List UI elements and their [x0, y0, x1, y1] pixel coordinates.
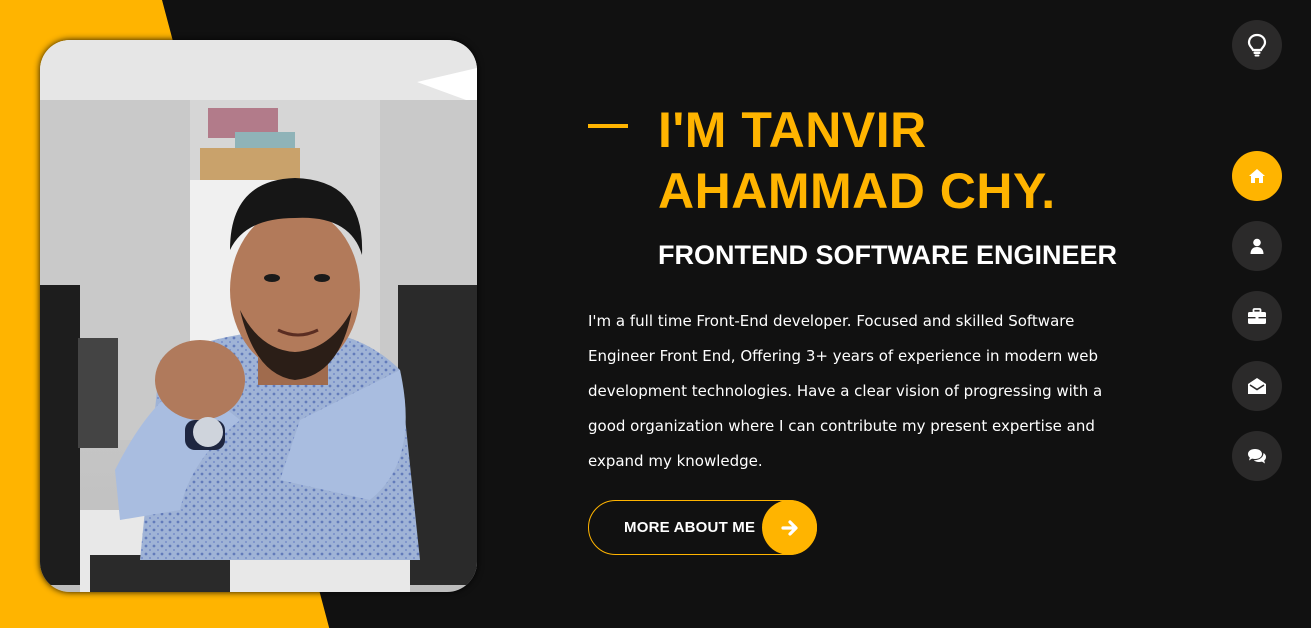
profile-photo-illustration: [40, 40, 477, 592]
nav-about-button[interactable]: [1232, 221, 1282, 271]
hero-bio: I'm a full time Front-End developer. Foc…: [588, 312, 1103, 470]
home-icon: [1249, 169, 1265, 183]
lightbulb-icon: [1247, 33, 1267, 57]
nav-home-button[interactable]: [1232, 151, 1282, 201]
hero-title-block: I'M TANVIR AHAMMAD CHY. FRONTEND SOFTWAR…: [588, 100, 1148, 271]
nav-portfolio-button[interactable]: [1232, 291, 1282, 341]
profile-photo: [40, 40, 477, 592]
hero-title: I'M TANVIR AHAMMAD CHY.: [658, 100, 1148, 222]
nav-blog-button[interactable]: [1232, 431, 1282, 481]
hero-title-line2: AHAMMAD CHY.: [658, 163, 1056, 219]
more-about-me-button[interactable]: MORE ABOUT ME: [588, 500, 817, 555]
envelope-open-icon: [1248, 378, 1266, 394]
comments-icon: [1248, 448, 1266, 463]
hero-title-line1: I'M TANVIR: [658, 102, 927, 158]
hero-content: I'M TANVIR AHAMMAD CHY. FRONTEND SOFTWAR…: [588, 100, 1148, 555]
theme-toggle-button[interactable]: [1232, 20, 1282, 70]
user-icon: [1250, 238, 1264, 254]
title-accent-dash: [588, 124, 628, 128]
more-about-me-label: MORE ABOUT ME: [624, 519, 756, 536]
briefcase-icon: [1248, 307, 1266, 324]
nav-contact-button[interactable]: [1232, 361, 1282, 411]
arrow-right-icon: [762, 500, 817, 555]
hero-role: FRONTEND SOFTWARE ENGINEER: [658, 240, 1118, 270]
